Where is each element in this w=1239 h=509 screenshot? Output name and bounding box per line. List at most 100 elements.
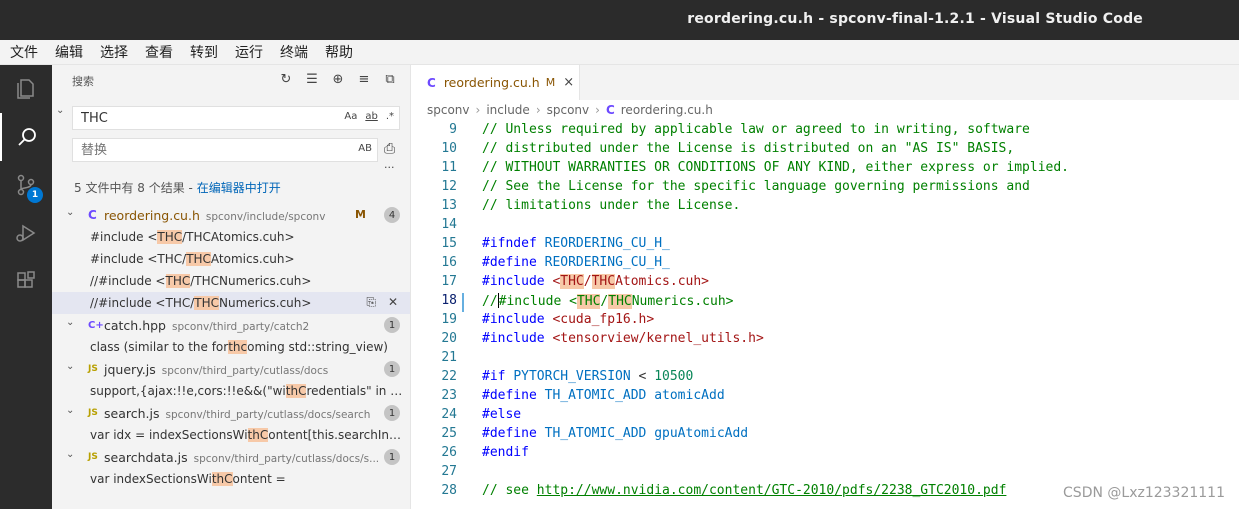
c-file-icon: C <box>605 103 615 117</box>
breadcrumb-item[interactable]: spconv <box>427 103 470 117</box>
file-path: spconv/third_party/cutlass/docs <box>161 364 329 377</box>
line-number: 14 <box>441 217 457 232</box>
match-pre: var idx = indexSectionsWi <box>90 428 248 442</box>
code-line[interactable]: 14 <box>411 217 1239 236</box>
replace-input[interactable] <box>79 142 313 159</box>
match-hit: thC <box>211 472 233 486</box>
match-pre: class (similar to the for <box>90 340 229 354</box>
view-as-tree-icon[interactable]: ≡ <box>356 71 372 87</box>
clear-results-icon[interactable]: ☰ <box>304 71 320 87</box>
match-case-icon[interactable]: Aa <box>344 111 357 122</box>
menu-selection[interactable]: 选择 <box>90 42 135 62</box>
code-line[interactable]: 18 //#include <THC/THCNumerics.cuh> <box>411 293 1239 312</box>
chevron-right-icon: › <box>595 103 600 117</box>
menu-terminal[interactable]: 终端 <box>270 42 315 62</box>
result-file-catch[interactable]: ⌄ C+ catch.hpp spconv/third_party/catch2 … <box>52 314 410 336</box>
menu-help[interactable]: 帮助 <box>315 42 360 62</box>
menu-view[interactable]: 查看 <box>135 42 180 62</box>
line-text: #if PYTORCH_VERSION < 10500 <box>482 369 694 384</box>
file-path: spconv/third_party/catch2 <box>172 320 310 333</box>
extensions-icon[interactable] <box>0 257 52 305</box>
sidebar-title: 搜索 <box>72 75 94 88</box>
result-file-reordering[interactable]: ⌄ C reordering.cu.h spconv/include/spconv… <box>52 204 410 226</box>
search-toolbar: ↻ ☰ ⊕ ≡ ⧉ <box>278 71 398 87</box>
tab-reordering[interactable]: C reordering.cu.h M × <box>411 65 580 100</box>
code-line[interactable]: 17 #include <THC/THCAtomics.cuh> <box>411 274 1239 293</box>
line-number: 19 <box>441 312 457 327</box>
code-line[interactable]: 11 // WITHOUT WARRANTIES OR CONDITIONS OF… <box>411 160 1239 179</box>
match-hit: thC <box>285 384 307 398</box>
explorer-icon[interactable] <box>0 65 52 113</box>
menu-file[interactable]: 文件 <box>0 42 45 62</box>
chevron-right-icon: › <box>475 103 481 117</box>
match-row[interactable]: var idx = indexSectionsWithContent[this.… <box>52 424 410 446</box>
match-row[interactable]: class (similar to the forthcoming std::s… <box>52 336 410 358</box>
chevron-down-icon[interactable]: ⌄ <box>66 449 74 460</box>
code-line[interactable]: 26 #endif <box>411 445 1239 464</box>
match-whole-word-icon[interactable]: ab <box>365 111 377 122</box>
line-number: 20 <box>441 331 457 346</box>
code-line[interactable]: 15 #ifndef REORDERING_CU_H_ <box>411 236 1239 255</box>
menu-go[interactable]: 转到 <box>180 42 225 62</box>
result-file-search[interactable]: ⌄ JS search.js spconv/third_party/cutlass… <box>52 402 410 424</box>
collapse-all-icon[interactable]: ⧉ <box>382 71 398 87</box>
match-count: 1 <box>384 405 400 421</box>
match-row[interactable]: var indexSectionsWithContent = <box>52 468 410 490</box>
source-control-icon[interactable]: 1 <box>0 161 52 209</box>
line-number: 22 <box>441 369 457 384</box>
code-line[interactable]: 12 // See the License for the specific la… <box>411 179 1239 198</box>
new-search-editor-icon[interactable]: ⊕ <box>330 71 346 87</box>
code-line[interactable]: 20 #include <tensorview/kernel_utils.h> <box>411 331 1239 350</box>
code-line[interactable]: 21 <box>411 350 1239 369</box>
code-line[interactable]: 22 #if PYTORCH_VERSION < 10500 <box>411 369 1239 388</box>
close-icon[interactable]: × <box>563 75 574 90</box>
use-regex-icon[interactable]: .* <box>386 111 394 122</box>
result-file-searchdata[interactable]: ⌄ JS searchdata.js spconv/third_party/cut… <box>52 446 410 468</box>
replace-field[interactable]: AB <box>72 138 378 162</box>
code-line[interactable]: 13 // limitations under the License. <box>411 198 1239 217</box>
match-row[interactable]: //#include <THC/THCNumerics.cuh> <box>52 270 410 292</box>
menu-edit[interactable]: 编辑 <box>45 42 90 62</box>
chevron-down-icon[interactable]: ⌄ <box>66 207 74 218</box>
line-text: // limitations under the License. <box>482 198 741 213</box>
match-row[interactable]: support,{ajax:!!e,cors:!!e&&("withCreden… <box>52 380 410 402</box>
dismiss-icon[interactable]: ✕ <box>388 295 398 310</box>
menu-run[interactable]: 运行 <box>225 42 270 62</box>
match-post: /THCNumerics.cuh> <box>190 274 312 288</box>
preserve-case-icon[interactable]: AB <box>358 143 372 154</box>
code-line[interactable]: 25 #define TH_ATOMIC_ADD gpuAtomicAdd <box>411 426 1239 445</box>
code-line[interactable]: 9 // Unless required by applicable law or… <box>411 122 1239 141</box>
match-row-selected[interactable]: //#include <THC/THCNumerics.cuh> ⎘ ✕ <box>52 292 410 314</box>
breadcrumb-item[interactable]: spconv <box>547 103 590 117</box>
code-line[interactable]: 16 #define REORDERING_CU_H_ <box>411 255 1239 274</box>
code-line[interactable]: 27 <box>411 464 1239 483</box>
code-line[interactable]: 19 #include <cuda_fp16.h> <box>411 312 1239 331</box>
window-title: reordering.cu.h - spconv-final-1.2.1 - V… <box>687 11 1143 27</box>
open-in-editor-link[interactable]: 在编辑器中打开 <box>197 181 281 195</box>
search-icon[interactable] <box>0 113 52 161</box>
chevron-down-icon[interactable]: ⌄ <box>66 317 74 328</box>
code-line[interactable]: 24 #else <box>411 407 1239 426</box>
line-text: #include <THC/THCAtomics.cuh> <box>482 274 709 289</box>
breadcrumb-item[interactable]: include <box>486 103 529 117</box>
result-file-jquery[interactable]: ⌄ JS jquery.js spconv/third_party/cutlass… <box>52 358 410 380</box>
chevron-down-icon[interactable]: ⌄ <box>66 405 74 416</box>
code-line[interactable]: 10 // distributed under the License is di… <box>411 141 1239 160</box>
search-input[interactable] <box>79 110 313 127</box>
search-field[interactable]: Aa ab .* <box>72 106 400 130</box>
line-number: 28 <box>441 483 457 498</box>
match-row[interactable]: #include <THC/THCAtomics.cuh> <box>52 248 410 270</box>
line-number: 10 <box>441 141 457 156</box>
more-options-icon[interactable]: ··· <box>384 161 395 174</box>
file-path: spconv/third_party/cutlass/docs/search <box>165 408 371 421</box>
replace-all-icon[interactable]: ⎙ <box>384 141 395 157</box>
match-row[interactable]: #include <THC/THCAtomics.cuh> <box>52 226 410 248</box>
chevron-down-icon[interactable]: ⌄ <box>56 105 64 116</box>
chevron-down-icon[interactable]: ⌄ <box>66 361 74 372</box>
run-debug-icon[interactable] <box>0 209 52 257</box>
refresh-icon[interactable]: ↻ <box>278 71 294 87</box>
breadcrumb-item[interactable]: reordering.cu.h <box>621 103 713 117</box>
replace-icon[interactable]: ⎘ <box>366 295 376 310</box>
code-line[interactable]: 23 #define TH_ATOMIC_ADD atomicAdd <box>411 388 1239 407</box>
results-summary: 5 文件中有 8 个结果 - 在编辑器中打开 <box>74 179 281 196</box>
